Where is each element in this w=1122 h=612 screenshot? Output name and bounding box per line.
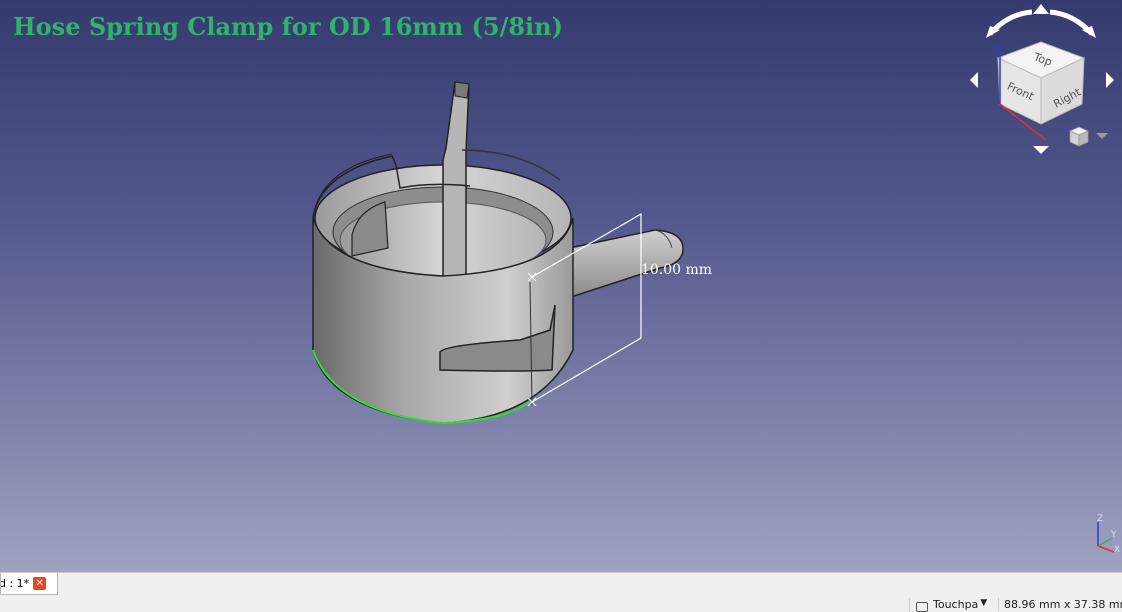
touchpad-icon bbox=[916, 602, 928, 612]
document-tab-label[interactable]: d : 1* bbox=[1, 577, 29, 590]
pan-left-arrow[interactable] bbox=[970, 72, 978, 88]
axis-y-label: Y bbox=[1110, 530, 1117, 540]
rotate-right-arrow[interactable] bbox=[1049, 9, 1096, 38]
dimension-readout: 88.96 mm x 37.38 mm bbox=[998, 598, 1122, 611]
status-bar: Touchpa ▼ 88.96 mm x 37.38 mm bbox=[0, 596, 1122, 612]
axis-indicator: Z Y X bbox=[1097, 514, 1120, 555]
3d-viewport[interactable]: Hose Spring Clamp for OD 16mm (5/8in) 10… bbox=[0, 0, 1122, 572]
pan-right-arrow[interactable] bbox=[1106, 72, 1114, 88]
clamp-model[interactable] bbox=[0, 0, 1122, 572]
pan-down-arrow[interactable] bbox=[1033, 146, 1049, 154]
navigation-style-label[interactable]: Touchpa bbox=[933, 598, 978, 611]
rotate-left-arrow[interactable] bbox=[986, 9, 1033, 38]
navigation-style-selector[interactable]: Touchpa ▼ bbox=[909, 598, 987, 612]
document-tab[interactable]: d : 1* ✕ bbox=[0, 573, 58, 595]
close-icon[interactable]: ✕ bbox=[33, 577, 47, 590]
pan-up-arrow[interactable] bbox=[1033, 4, 1049, 14]
document-tab-bar: d : 1* ✕ bbox=[0, 572, 1122, 597]
navigation-cube[interactable]: Top Front Right Z bbox=[960, 0, 1122, 160]
chevron-down-icon[interactable]: ▼ bbox=[980, 598, 987, 608]
axis-z-label: Z bbox=[1097, 514, 1103, 524]
axis-x-label: X bbox=[1114, 545, 1120, 555]
cube-view-menu-icon[interactable] bbox=[1069, 126, 1108, 147]
cube-axis-z-label: Z bbox=[991, 42, 998, 53]
dimension-label: 10.00 mm bbox=[641, 262, 713, 278]
